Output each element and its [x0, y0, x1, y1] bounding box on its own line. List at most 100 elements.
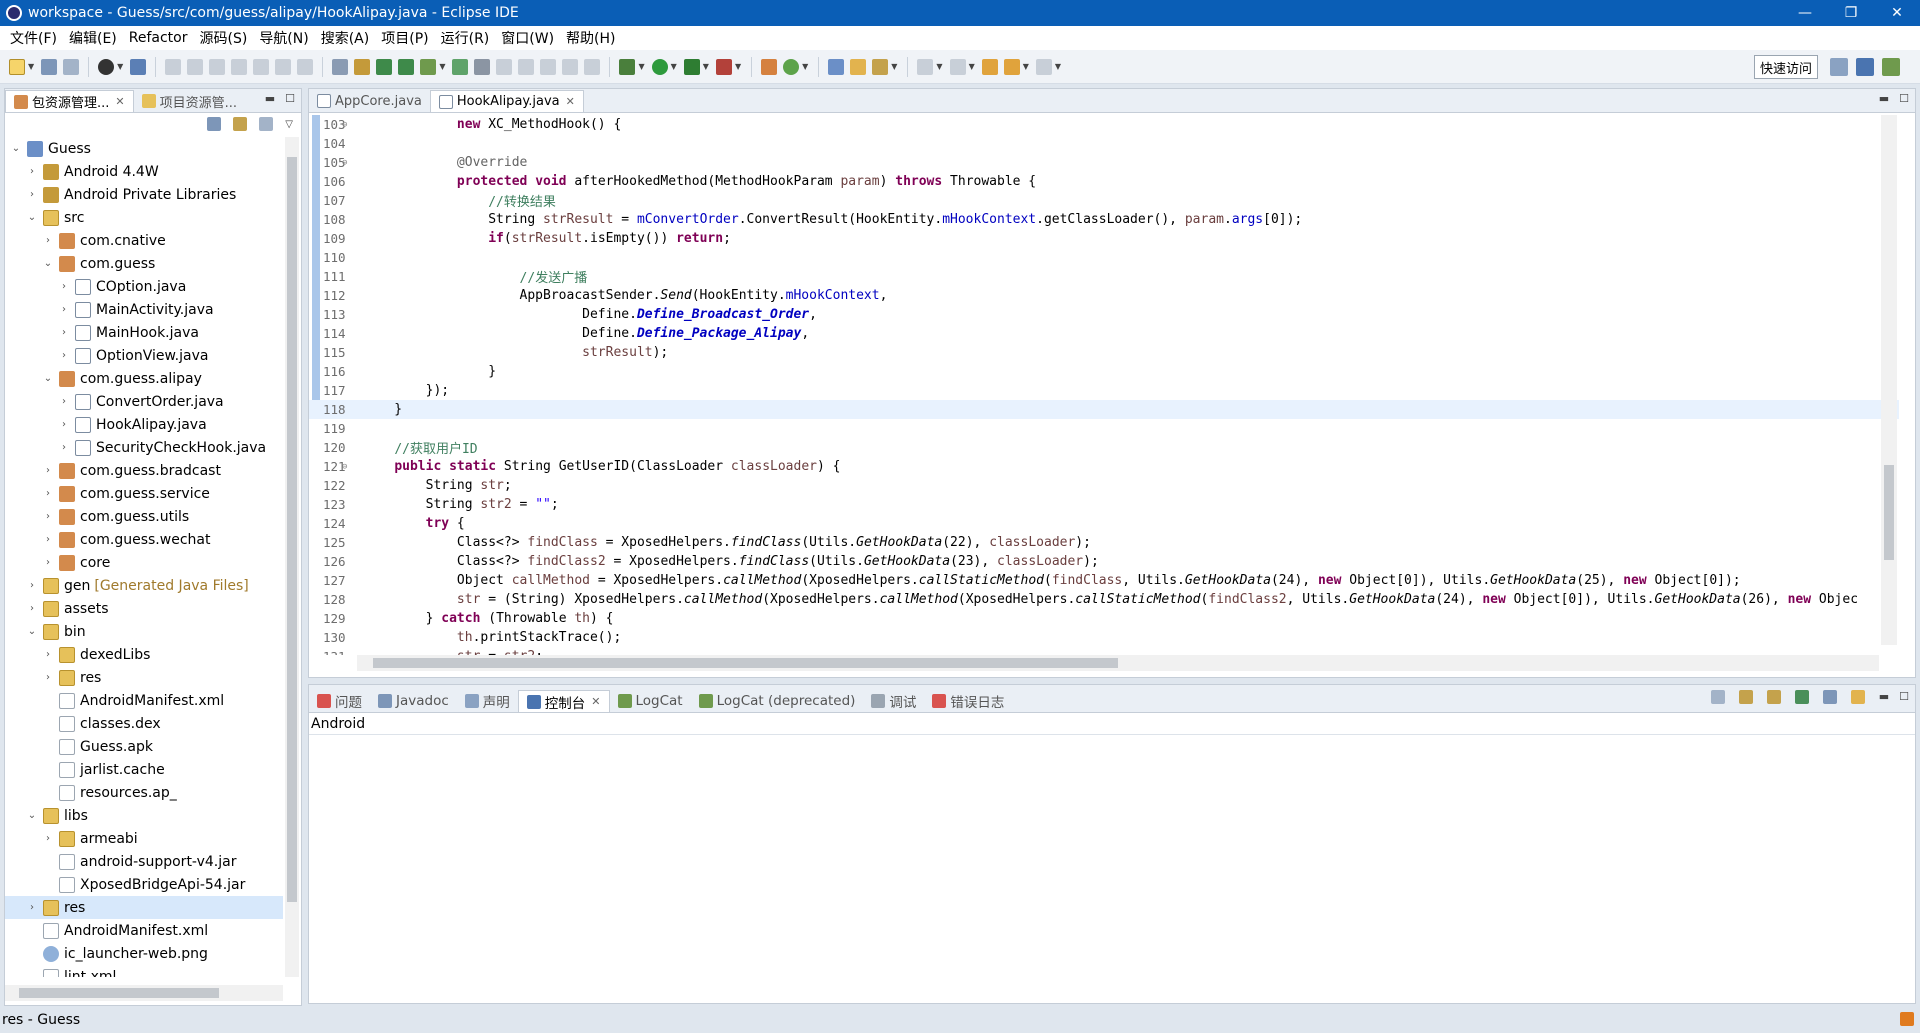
- code-line[interactable]: 111 //发送广播: [309, 267, 1915, 286]
- menu-item[interactable]: 运行(R): [435, 28, 496, 48]
- step-over-icon[interactable]: [275, 58, 292, 75]
- chevron-down-icon[interactable]: ▼: [28, 62, 34, 71]
- save-all-icon[interactable]: [63, 58, 80, 75]
- close-button[interactable]: ✕: [1874, 0, 1920, 26]
- skip-breakpoints-icon[interactable]: [130, 58, 147, 75]
- scrollbar-thumb[interactable]: [1884, 465, 1894, 560]
- code-line[interactable]: 109 if(strResult.isEmpty()) return;: [309, 229, 1915, 248]
- debug-icon[interactable]: [619, 58, 636, 75]
- tree-item[interactable]: › com.guess.wechat: [5, 528, 283, 551]
- tab-hookalipay-java[interactable]: HookAlipay.java ✕: [429, 90, 584, 112]
- code-line[interactable]: 117 });: [309, 381, 1915, 400]
- new-file-icon[interactable]: [9, 58, 25, 75]
- tree-item[interactable]: › armeabi: [5, 827, 283, 850]
- clear-console-icon[interactable]: [1710, 690, 1725, 704]
- rss-icon[interactable]: [1900, 1012, 1914, 1026]
- code-line[interactable]: 113 Define.Define_Broadcast_Order,: [309, 305, 1915, 324]
- open-task-icon[interactable]: [850, 58, 867, 75]
- code-line[interactable]: 128 str = (String) XposedHelpers.callMet…: [309, 590, 1915, 609]
- editor-horizontal-scrollbar[interactable]: [357, 655, 1879, 671]
- code-line[interactable]: 110: [309, 248, 1915, 267]
- lint-icon[interactable]: [420, 58, 437, 75]
- chevron-down-icon[interactable]: ▼: [671, 62, 677, 71]
- menu-item[interactable]: 窗口(W): [495, 28, 560, 48]
- code-line[interactable]: 124 try {: [309, 514, 1915, 533]
- menu-item[interactable]: 文件(F): [4, 28, 63, 48]
- chevron-down-icon[interactable]: ▼: [1023, 62, 1029, 71]
- chevron-down-icon[interactable]: ▼: [117, 62, 123, 71]
- code-line[interactable]: 104: [309, 134, 1915, 153]
- close-icon[interactable]: ✕: [591, 695, 600, 708]
- chevron-down-icon[interactable]: ▼: [1055, 62, 1061, 71]
- fold-icon[interactable]: ⊖: [342, 158, 347, 168]
- tree-item[interactable]: › Android 4.4W: [5, 160, 283, 183]
- forward-icon[interactable]: [1035, 58, 1052, 75]
- expanded-chevron-icon[interactable]: ⌄: [9, 143, 23, 154]
- tree-item[interactable]: Guess.apk: [5, 735, 283, 758]
- link-with-editor-icon[interactable]: [233, 117, 248, 131]
- editor-vertical-scrollbar[interactable]: [1881, 115, 1897, 645]
- mark-icon[interactable]: [518, 58, 535, 75]
- last-edit-icon[interactable]: [981, 58, 998, 75]
- new-project-icon[interactable]: [452, 58, 469, 75]
- menu-item[interactable]: 导航(N): [253, 28, 314, 48]
- tab-appcore-java[interactable]: AppCore.java: [309, 90, 430, 112]
- code-line[interactable]: 120 //获取用户ID: [309, 438, 1915, 457]
- debug-perspective-icon[interactable]: [1882, 58, 1900, 76]
- java-perspective-icon[interactable]: [1856, 58, 1874, 76]
- tree-item[interactable]: ⌄ Guess: [5, 137, 283, 160]
- code-line[interactable]: 107 //转换结果: [309, 191, 1915, 210]
- toggle-icon[interactable]: [540, 58, 557, 75]
- collapsed-chevron-icon[interactable]: ›: [41, 235, 55, 246]
- maximize-icon[interactable]: ☐: [285, 92, 295, 105]
- code-line[interactable]: 122 String str;: [309, 476, 1915, 495]
- console-tab[interactable]: 问题: [309, 690, 370, 712]
- chevron-down-icon[interactable]: ▼: [802, 62, 808, 71]
- collapsed-chevron-icon[interactable]: ›: [41, 534, 55, 545]
- close-icon[interactable]: ✕: [566, 95, 575, 108]
- tree-item[interactable]: › Android Private Libraries: [5, 183, 283, 206]
- maximize-button[interactable]: ❐: [1828, 0, 1874, 26]
- code-line[interactable]: 123 String str2 = "";: [309, 495, 1915, 514]
- block-icon[interactable]: [562, 58, 579, 75]
- menu-item[interactable]: Refactor: [123, 30, 194, 46]
- expanded-chevron-icon[interactable]: ⌄: [25, 626, 39, 637]
- fold-icon[interactable]: ⊖: [342, 120, 347, 130]
- tree-item[interactable]: ⌄ libs: [5, 804, 283, 827]
- tree-item[interactable]: ⌄ com.guess.alipay: [5, 367, 283, 390]
- overview-ruler[interactable]: [1899, 115, 1915, 675]
- code-line[interactable]: 125 Class<?> findClass = XposedHelpers.f…: [309, 533, 1915, 552]
- terminate-icon[interactable]: [209, 58, 226, 75]
- tree-item[interactable]: › com.guess.utils: [5, 505, 283, 528]
- code-line[interactable]: 115 strResult);: [309, 343, 1915, 362]
- run-icon[interactable]: [651, 58, 668, 75]
- save-icon[interactable]: [41, 58, 58, 75]
- view-menu-icon[interactable]: ▽: [285, 119, 293, 130]
- menu-item[interactable]: 搜索(A): [315, 28, 376, 48]
- tree-item[interactable]: ⌄ src: [5, 206, 283, 229]
- collapse-all-icon[interactable]: [207, 117, 222, 131]
- expanded-chevron-icon[interactable]: ⌄: [25, 810, 39, 821]
- disconnect-icon[interactable]: [231, 58, 248, 75]
- tree-item[interactable]: ⌄ bin: [5, 620, 283, 643]
- scroll-lock-icon[interactable]: [1738, 690, 1753, 704]
- collapsed-chevron-icon[interactable]: ›: [25, 189, 39, 200]
- maximize-icon[interactable]: ☐: [1899, 92, 1909, 105]
- console-tab[interactable]: Javadoc: [370, 690, 457, 712]
- tree-item[interactable]: jarlist.cache: [5, 758, 283, 781]
- back-icon[interactable]: [1003, 58, 1020, 75]
- tree-item[interactable]: › com.guess.service: [5, 482, 283, 505]
- tree-item[interactable]: › gen [Generated Java Files]: [5, 574, 283, 597]
- new-java-class-icon[interactable]: [354, 58, 371, 75]
- tree-item[interactable]: › res: [5, 666, 283, 689]
- code-line[interactable]: 121 ⊖ public static String GetUserID(Clas…: [309, 457, 1915, 476]
- chevron-down-icon[interactable]: ▼: [891, 62, 897, 71]
- tree-item[interactable]: › assets: [5, 597, 283, 620]
- tree-item[interactable]: android-support-v4.jar: [5, 850, 283, 873]
- code-line[interactable]: 114 Define.Define_Package_Alipay,: [309, 324, 1915, 343]
- collapsed-chevron-icon[interactable]: ›: [41, 488, 55, 499]
- tree-item[interactable]: › com.cnative: [5, 229, 283, 252]
- collapsed-chevron-icon[interactable]: ›: [41, 672, 55, 683]
- console-vertical-scrollbar[interactable]: [1899, 737, 1913, 981]
- pin-console-icon[interactable]: [1794, 690, 1809, 704]
